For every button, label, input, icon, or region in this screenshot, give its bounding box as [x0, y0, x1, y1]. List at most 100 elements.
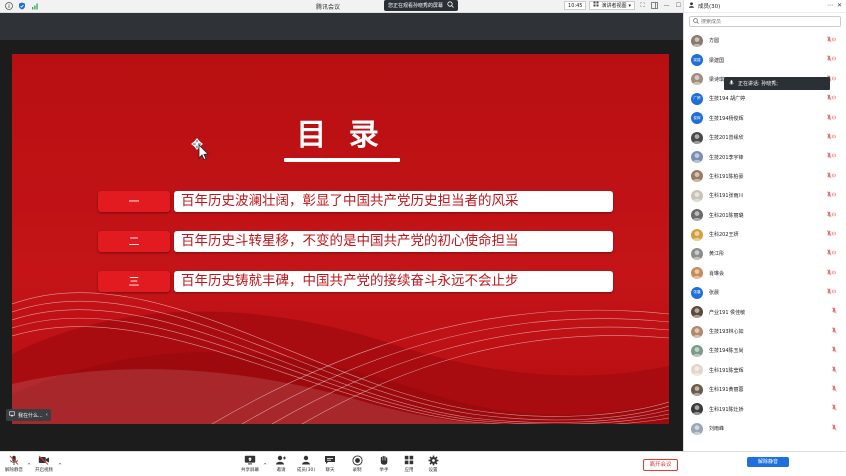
member-row[interactable]: 生科201陈丽璐 — [684, 206, 846, 225]
mic-muted-icon[interactable] — [826, 249, 837, 258]
member-row[interactable]: 广婷 生技194 胡广婷 — [684, 89, 846, 108]
avatar — [691, 403, 703, 416]
raise-hand-button[interactable]: 举手 — [371, 454, 397, 473]
invite-button[interactable]: 邀请 — [268, 454, 294, 473]
mic-muted-icon[interactable] — [826, 152, 837, 161]
close-icon[interactable]: ✕ — [837, 2, 842, 9]
member-name: 生科191陈柏豪 — [709, 173, 744, 180]
mic-off-icon[interactable] — [827, 385, 837, 394]
member-row[interactable]: 刘雨峰 — [684, 419, 846, 438]
member-name: 生技194 胡广婷 — [709, 96, 746, 103]
record-button[interactable]: 录制 — [344, 454, 370, 473]
member-row[interactable]: 生科202王妍 — [684, 225, 846, 244]
avatar — [691, 73, 703, 86]
chevron-up-icon[interactable]: ^ — [263, 463, 267, 469]
zoom-icon[interactable] — [447, 1, 454, 10]
meeting-toolbar: 解除静音 ^ 开启视频 ^ 共享屏幕 ^ 邀请 成员(30) 聊天 录制 举手 … — [0, 451, 846, 476]
shield-icon[interactable] — [17, 2, 26, 11]
avatar — [691, 247, 703, 260]
record-label: 录制 — [352, 468, 362, 473]
mic-muted-icon[interactable] — [826, 94, 837, 103]
member-row[interactable]: 生技193林心如 — [684, 322, 846, 341]
settings-button[interactable]: 设置 — [420, 454, 446, 473]
settings-label: 设置 — [428, 468, 438, 473]
video-button[interactable]: 开启视频 — [31, 454, 57, 473]
move-cursor-icon — [191, 138, 209, 160]
mic-off-icon[interactable] — [827, 365, 837, 375]
info-icon[interactable] — [4, 2, 13, 11]
mic-off-icon[interactable] — [827, 424, 837, 433]
mic-muted-icon[interactable] — [826, 113, 837, 123]
maximize-icon[interactable]: ☐ — [674, 1, 683, 10]
mic-muted-icon[interactable] — [826, 230, 837, 239]
avatar — [691, 364, 703, 377]
meeting-time: 10:45 — [564, 1, 587, 10]
member-row[interactable]: 生技201曾缘欣 — [684, 128, 846, 147]
member-name: 生科201陈丽璐 — [709, 212, 744, 219]
invite-label: 邀请 — [276, 468, 286, 473]
mic-off-icon[interactable] — [827, 346, 837, 355]
leave-meeting-button[interactable]: 离开会议 — [643, 459, 678, 471]
member-row[interactable]: 生科191张雨川 — [684, 186, 846, 205]
member-name: 方圆 — [709, 38, 720, 45]
members-button[interactable]: 成员(30) — [293, 454, 319, 473]
member-row[interactable]: 生科191陈灶娇 — [684, 399, 846, 418]
fullscreen-icon[interactable]: ⛶ — [638, 1, 647, 10]
toc-item-number: 二 — [98, 231, 170, 252]
avatar — [691, 131, 703, 144]
member-row[interactable]: 肖琳会 — [684, 264, 846, 283]
chevron-up-icon[interactable]: ^ — [58, 463, 62, 469]
minimize-icon[interactable]: — — [662, 1, 671, 10]
member-row[interactable]: 产业191 侯佳敏 — [684, 302, 846, 321]
member-name: 张晨 — [709, 290, 720, 297]
speaker-label-text: 我在什么... — [18, 412, 43, 419]
member-row[interactable]: 生技194陈玉尚 — [684, 341, 846, 360]
apps-button[interactable]: 应用 — [396, 454, 422, 473]
avatar — [691, 34, 703, 47]
member-name: 梁诗琪 — [709, 76, 725, 83]
mic-muted-icon[interactable] — [826, 191, 837, 200]
chevron-left-icon[interactable]: ‹ — [46, 412, 48, 418]
member-row[interactable]: 方圆 — [684, 31, 846, 50]
member-name: 生技193林心如 — [709, 329, 744, 336]
search-icon — [693, 17, 699, 26]
sidebar-toggle-icon[interactable] — [650, 1, 659, 10]
add-user-icon — [275, 454, 287, 466]
member-search-input[interactable] — [701, 18, 831, 25]
mic-muted-icon[interactable] — [826, 172, 837, 181]
member-row[interactable]: 张晨 张晨 — [684, 283, 846, 302]
mic-off-icon[interactable] — [827, 404, 837, 413]
mic-off-icon[interactable] — [827, 327, 837, 336]
video-label: 开启视频 — [35, 468, 53, 473]
chat-button[interactable]: 聊天 — [317, 454, 343, 473]
mic-muted-icon[interactable] — [826, 269, 837, 278]
avatar: 梁建 — [691, 54, 703, 67]
panel-window-controls: ⋯ ✕ — [827, 2, 842, 9]
member-row[interactable]: 生科191陈柏豪 — [684, 167, 846, 186]
member-row[interactable]: 梁建 梁建国 — [684, 50, 846, 69]
signal-icon[interactable] — [30, 2, 39, 11]
mic-muted-icon[interactable] — [826, 133, 837, 142]
mic-muted-icon[interactable] — [826, 210, 837, 220]
member-row[interactable]: 生技201李宇锋 — [684, 147, 846, 166]
speaker-label-pill[interactable]: 我在什么... ‹ — [6, 409, 51, 421]
more-icon[interactable]: ⋯ — [827, 2, 833, 9]
member-name: 梁建国 — [709, 57, 725, 64]
member-row[interactable]: 黄江彤 — [684, 244, 846, 263]
member-row[interactable]: 生科191陈莹辉 — [684, 361, 846, 380]
unmute-all-button[interactable]: 解除静音 — [747, 457, 789, 467]
chat-icon — [324, 454, 336, 466]
mic-muted-icon — [8, 454, 20, 466]
top-bar-status-icons — [0, 2, 39, 11]
member-name: 生科202王妍 — [709, 232, 739, 239]
mute-button[interactable]: 解除静音 — [1, 454, 27, 473]
mic-muted-icon[interactable] — [826, 55, 837, 64]
share-screen-button[interactable]: 共享屏幕 — [237, 454, 263, 473]
view-mode-button[interactable]: 演讲者视图 ▾ — [589, 1, 635, 10]
member-row[interactable]: 生科191黄丽蓉 — [684, 380, 846, 399]
screen-share-banner[interactable]: 您正在观看孙晓秀的屏幕 — [384, 0, 459, 11]
mic-muted-icon[interactable] — [826, 36, 837, 45]
mic-muted-icon[interactable] — [826, 288, 837, 297]
member-row[interactable]: 俊辉 生技194杨俊辉 — [684, 109, 846, 128]
mic-off-icon[interactable] — [827, 307, 837, 316]
